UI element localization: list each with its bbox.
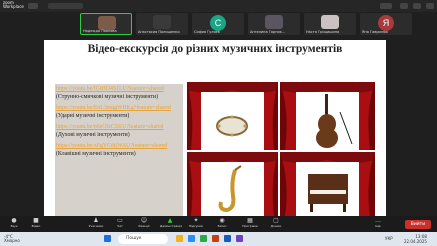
zoom-app-icon[interactable]: [188, 235, 195, 242]
whiteboards-button[interactable]: ▢ Дошки: [266, 218, 286, 232]
search-placeholder: Пошук: [126, 236, 142, 241]
taskbar-search[interactable]: Пошук: [118, 234, 168, 244]
double-bass-image: [280, 82, 375, 150]
toolbar-label: Ще: [375, 224, 381, 228]
participant-name: Надежда Павлова: [83, 29, 117, 33]
participant-tile[interactable]: С София Гуляев: [192, 13, 244, 35]
summary-button[interactable]: ✦ Підсумок: [186, 218, 206, 232]
slide-title: Відео-екскурсія до різних музичних інстр…: [87, 43, 343, 55]
windows-start-icon[interactable]: [104, 235, 111, 242]
clock[interactable]: 13:08 22.04.2025: [404, 234, 427, 244]
piano-image: [280, 152, 375, 216]
record-button[interactable]: ◉ Запис: [212, 218, 232, 232]
toolbar-label: Чат: [117, 224, 123, 228]
zoom-title-bar: zoom Workplace: [0, 0, 437, 12]
zoom-brand: zoom Workplace: [3, 1, 24, 9]
participant-avatar-letter: Я: [378, 15, 394, 31]
clock-date: 22.04.2025: [404, 239, 427, 244]
mute-button[interactable]: ● Звук: [4, 218, 24, 232]
participant-name: Яна Гаврилюк: [362, 30, 389, 34]
video-button[interactable]: ■ Відео: [26, 218, 46, 232]
participant-video: [321, 15, 339, 29]
video-link-label: (Струнно-смичкові музичні інструменти): [56, 94, 159, 100]
participant-video: [265, 15, 283, 29]
participant-tile[interactable]: Настя Грицишина: [304, 13, 356, 35]
file-explorer-icon[interactable]: [176, 235, 183, 242]
participant-video: [153, 15, 171, 29]
video-link[interactable]: https://youtu.be/n6eOlxCSKU?feature=shar…: [55, 124, 183, 131]
toolbar-label: Звук: [10, 224, 18, 228]
video-link-label: (Ударні музичні інструменти): [56, 113, 130, 119]
toolbar-label: Демонстрація: [160, 224, 183, 228]
meeting-info[interactable]: [48, 3, 83, 9]
view-button[interactable]: [380, 3, 392, 9]
shared-screen: Відео-екскурсія до різних музичних інстр…: [44, 40, 386, 216]
participant-strip: Надежда Павлова Анастасия Полищенко С Со…: [0, 12, 437, 36]
toolbar-label: Підсумок: [188, 224, 204, 228]
maximize-icon[interactable]: [413, 3, 421, 9]
video-link[interactable]: https://youtu.be/EoL3mqgWHKg?feature=sha…: [55, 105, 183, 112]
shield-icon[interactable]: [28, 3, 38, 9]
windows-taskbar: -4°C Хмарно Пошук УКР 13:08 22.04.2025: [0, 232, 437, 246]
apps-button[interactable]: ▦ Програми: [240, 218, 260, 232]
close-icon[interactable]: [426, 3, 434, 9]
participant-name: Настя Грицишина: [306, 30, 340, 34]
video-link[interactable]: https://youtu.be/xFgYCdtjWAU?feature=sha…: [55, 143, 183, 150]
video-link[interactable]: https://youtu.be/fGtHD4S1LU?feature=shar…: [55, 86, 183, 93]
tambourine-image: [187, 82, 278, 150]
app-icon[interactable]: [236, 235, 243, 242]
weather-desc: Хмарно: [4, 238, 20, 243]
participant-name: Анастасия Полищенко: [138, 30, 180, 34]
reactions-button[interactable]: ☺ Реакції: [134, 218, 154, 232]
toolbar-label: Учасники: [88, 224, 104, 228]
participant-tile[interactable]: Анастасия Полищенко: [136, 13, 188, 35]
participant-avatar-letter: С: [210, 15, 226, 31]
toolbar-label: Реакції: [138, 224, 150, 228]
video-link-label: (Клавішні музичні інструменти): [56, 151, 136, 157]
slide-link-panel: https://youtu.be/fGtHD4S1LU?feature=shar…: [55, 84, 183, 216]
participant-tile[interactable]: Я Яна Гаврилюк: [360, 13, 412, 35]
chat-button[interactable]: ▭ Чат: [110, 218, 130, 232]
video-link-label: (Духові музичні інструменти): [56, 132, 130, 138]
participant-name: София Гуляев: [194, 30, 220, 34]
chrome-icon[interactable]: [200, 235, 207, 242]
language-indicator[interactable]: УКР: [385, 236, 393, 241]
toolbar-label: Відео: [31, 224, 41, 228]
participant-video: [98, 16, 116, 30]
meeting-toolbar: ● Звук ■ Відео ♟ Учасники ▭ Чат ☺ Реакції ▲ Де…: [0, 216, 437, 232]
word-icon[interactable]: [224, 235, 231, 242]
end-button-label: Вийти: [410, 222, 426, 227]
weather-widget[interactable]: -4°C Хмарно: [4, 235, 20, 243]
more-button[interactable]: … Ще: [368, 218, 388, 232]
participant-tile[interactable]: Ангелина Горник...: [248, 13, 300, 35]
toolbar-label: Програми: [242, 224, 258, 228]
brand-workplace: Workplace: [3, 4, 24, 9]
toolbar-label: Запис: [217, 224, 227, 228]
end-meeting-button[interactable]: Вийти: [405, 220, 431, 229]
saxophone-image: [187, 152, 278, 216]
participants-button[interactable]: ♟ Учасники: [86, 218, 106, 232]
share-screen-button[interactable]: ▲ Демонстрація: [160, 218, 183, 232]
toolbar-label: Дошки: [270, 224, 282, 228]
participant-tile[interactable]: Надежда Павлова: [80, 13, 132, 35]
powerpoint-icon[interactable]: [212, 235, 219, 242]
minimize-icon[interactable]: [400, 3, 408, 9]
participant-name: Ангелина Горник...: [250, 30, 286, 34]
